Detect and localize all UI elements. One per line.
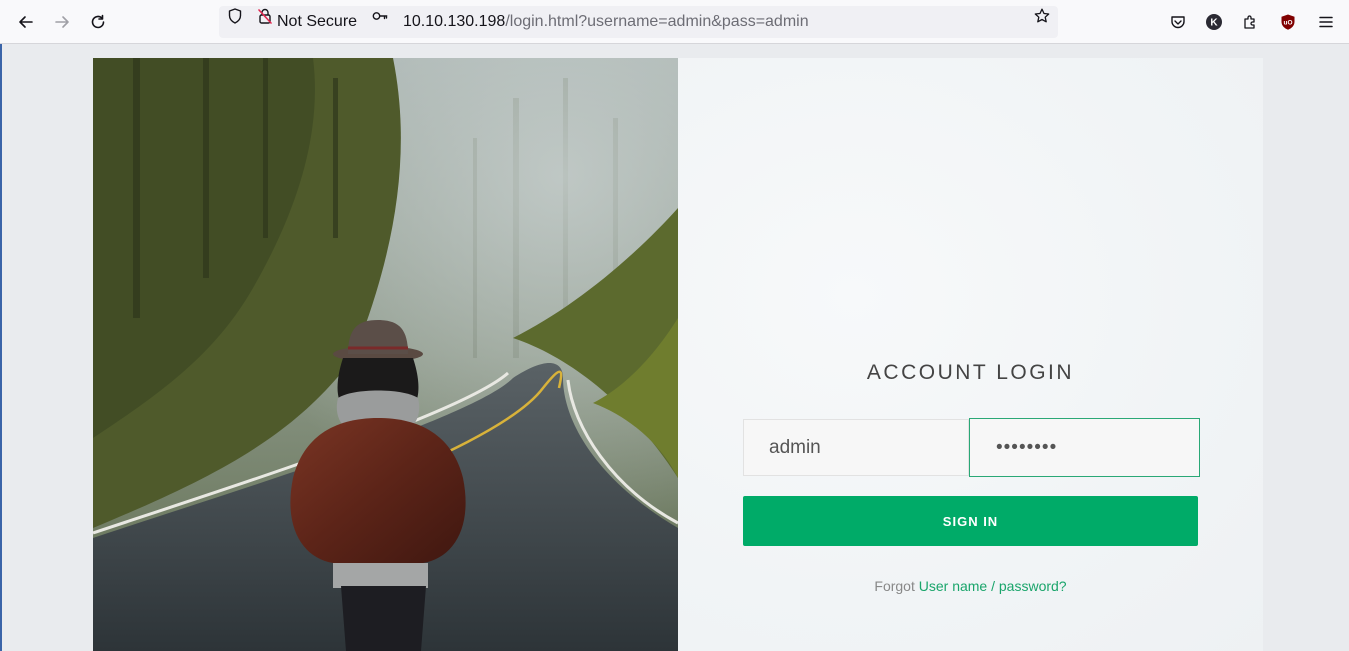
reload-icon xyxy=(91,14,105,29)
account-button[interactable]: K xyxy=(1199,7,1229,37)
key-icon[interactable] xyxy=(371,7,389,25)
back-arrow-icon xyxy=(19,16,33,28)
forgot-prefix: Forgot xyxy=(874,578,915,594)
insecure-lock-icon[interactable] xyxy=(256,7,274,25)
menu-icon xyxy=(1319,16,1333,28)
url-text[interactable]: 10.10.130.198/login.html?username=admin&… xyxy=(403,13,809,31)
forward-arrow-icon xyxy=(55,16,69,28)
forgot-link[interactable]: User name / password? xyxy=(919,578,1067,594)
password-input[interactable] xyxy=(969,418,1200,477)
forward-button[interactable] xyxy=(47,7,77,37)
url-host: 10.10.130.198 xyxy=(403,13,506,30)
hero-photo xyxy=(93,58,678,651)
url-path: /login.html?username=admin&pass=admin xyxy=(505,13,809,30)
pocket-icon xyxy=(1171,16,1185,29)
login-form: ACCOUNT LOGIN SIGN IN Forgot User name /… xyxy=(678,58,1263,651)
page-content: ACCOUNT LOGIN SIGN IN Forgot User name /… xyxy=(0,44,1349,651)
back-button[interactable] xyxy=(11,7,41,37)
forgot-text: Forgot User name / password? xyxy=(678,578,1263,594)
username-input[interactable] xyxy=(743,419,969,476)
ublock-icon: uO xyxy=(1281,14,1295,30)
extensions-button[interactable] xyxy=(1235,7,1265,37)
menu-button[interactable] xyxy=(1311,7,1341,37)
bookmark-star-icon[interactable] xyxy=(1033,7,1051,25)
account-icon: K xyxy=(1206,14,1222,30)
pocket-button[interactable] xyxy=(1163,7,1193,37)
not-secure-label[interactable]: Not Secure xyxy=(277,13,357,31)
browser-toolbar: Not Secure 10.10.130.198/login.html?user… xyxy=(0,0,1349,44)
ublock-button[interactable]: uO xyxy=(1273,7,1303,37)
reload-button[interactable] xyxy=(83,7,113,37)
account-initial: K xyxy=(1210,18,1218,29)
form-title: ACCOUNT LOGIN xyxy=(866,361,1075,384)
shield-icon[interactable] xyxy=(226,7,244,25)
extensions-icon xyxy=(1244,15,1255,29)
sign-in-button[interactable]: SIGN IN xyxy=(743,496,1198,546)
ublock-badge: uO xyxy=(1283,20,1292,27)
login-card: ACCOUNT LOGIN SIGN IN Forgot User name /… xyxy=(93,58,1263,651)
